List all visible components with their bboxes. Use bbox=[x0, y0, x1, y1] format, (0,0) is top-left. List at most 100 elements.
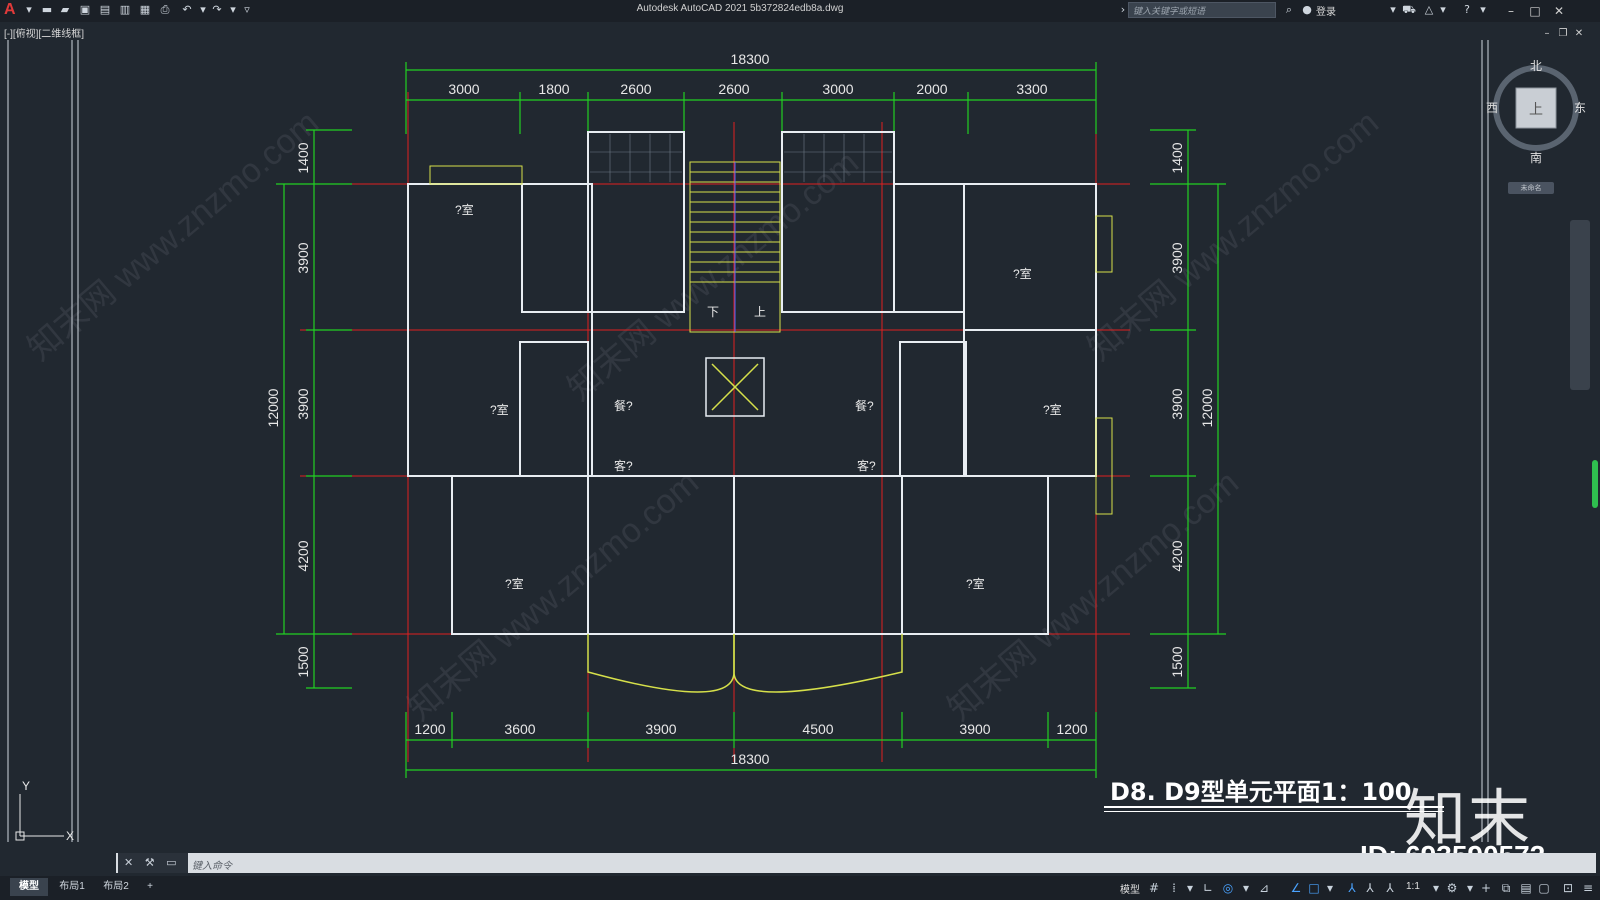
polar-tracking-icon[interactable]: ◎ bbox=[1220, 879, 1236, 897]
compass-east[interactable]: 东 bbox=[1574, 101, 1586, 115]
watermark-text: 知末网 www.znzmo.com bbox=[21, 103, 326, 368]
plan-title: D8. D9型单元平面1：100 bbox=[1110, 778, 1412, 806]
room-label: ?室 bbox=[1013, 266, 1032, 281]
command-line-tools[interactable]: ✕ ⚒ ▭ bbox=[118, 853, 188, 873]
dimension-text: 3900 bbox=[645, 721, 676, 737]
dimension-text: 3900 bbox=[1169, 242, 1185, 273]
compass-south[interactable]: 南 bbox=[1530, 150, 1542, 165]
wcs-menu[interactable]: 未命名 bbox=[1508, 182, 1554, 194]
room-outline bbox=[587, 131, 685, 313]
compass-north[interactable]: 北 bbox=[1530, 59, 1542, 73]
dimension-text: 3900 bbox=[295, 388, 311, 419]
chevron-down-icon[interactable]: ▾ bbox=[1476, 3, 1490, 17]
command-line[interactable] bbox=[116, 853, 1596, 873]
object-snap-tracking-icon[interactable]: ∠ bbox=[1288, 879, 1304, 897]
dimension-text: 1400 bbox=[1169, 142, 1185, 173]
model-space-toggle[interactable]: 模型 bbox=[1120, 881, 1140, 896]
dimension-text: 3900 bbox=[1169, 388, 1185, 419]
chevron-down-icon[interactable]: ▾ bbox=[1462, 879, 1478, 897]
watermark-text: 知末网 www.znzmo.com bbox=[561, 143, 866, 408]
balcony bbox=[429, 165, 523, 185]
room-outline bbox=[963, 329, 1097, 477]
isolate-objects-icon[interactable]: ⧉ bbox=[1498, 879, 1514, 897]
wrench-icon[interactable]: ⚒ bbox=[145, 856, 155, 869]
add-layout-button[interactable]: + bbox=[140, 878, 160, 896]
title-underline bbox=[1104, 806, 1444, 808]
status-bar bbox=[0, 876, 1600, 900]
viewcube[interactable]: 上 北 南 东 西 bbox=[1486, 58, 1586, 168]
user-icon[interactable]: ● bbox=[1300, 3, 1314, 17]
dimension-text: 3000 bbox=[448, 81, 479, 97]
dimension-text: 1800 bbox=[538, 81, 569, 97]
object-snap-icon[interactable]: □ bbox=[1306, 879, 1322, 897]
minimize-button[interactable]: – bbox=[1500, 1, 1522, 21]
tab-layout1[interactable]: 布局1 bbox=[52, 878, 92, 896]
stair-label: 上 bbox=[754, 305, 766, 319]
annotation-scale[interactable]: 1:1 bbox=[1406, 881, 1420, 892]
chevron-down-icon[interactable]: ▾ bbox=[1436, 3, 1450, 17]
annotation-scale-icon[interactable]: ⅄ bbox=[1382, 879, 1398, 897]
command-input[interactable]: 键入命令 bbox=[192, 857, 232, 872]
navigation-bar[interactable] bbox=[1570, 220, 1590, 390]
dimension-text: 3000 bbox=[822, 81, 853, 97]
viewcube-face-label[interactable]: 上 bbox=[1529, 102, 1543, 118]
compass-west[interactable]: 西 bbox=[1486, 101, 1498, 115]
search-input[interactable]: 键入关键字或短语 bbox=[1128, 2, 1276, 18]
clean-screen-icon[interactable]: ▢ bbox=[1536, 879, 1552, 897]
annotation-visibility-icon[interactable]: ⅄ bbox=[1344, 879, 1360, 897]
chevron-down-icon[interactable]: ▾ bbox=[1238, 879, 1254, 897]
dimension-text: 1500 bbox=[295, 646, 311, 677]
room-label: ?室 bbox=[966, 576, 985, 591]
room-outline bbox=[901, 475, 1049, 635]
dimension-text: 1200 bbox=[414, 721, 445, 737]
close-icon[interactable]: ✕ bbox=[124, 856, 133, 869]
autodesk-a360-icon[interactable]: △ bbox=[1422, 3, 1436, 17]
scroll-indicator[interactable] bbox=[1592, 460, 1598, 508]
menu-icon[interactable]: ≡ bbox=[1580, 879, 1596, 897]
dimension-text: 4200 bbox=[1169, 540, 1185, 571]
login-button[interactable]: 登录 bbox=[1316, 3, 1336, 18]
close-button[interactable]: ✕ bbox=[1548, 1, 1570, 21]
dimension-text: 3900 bbox=[959, 721, 990, 737]
balcony bbox=[587, 634, 735, 693]
elevator bbox=[705, 357, 765, 417]
chevron-down-icon[interactable]: ▾ bbox=[1322, 879, 1338, 897]
plus-icon[interactable]: + bbox=[1478, 879, 1494, 897]
chevron-down-icon[interactable]: ▾ bbox=[1428, 879, 1444, 897]
help-icon[interactable]: ? bbox=[1460, 3, 1474, 17]
room-label: 客? bbox=[857, 458, 876, 473]
dimension-text: 12000 bbox=[1199, 388, 1215, 427]
room-outline bbox=[963, 183, 1097, 331]
title-underline bbox=[1104, 811, 1444, 812]
room-label: ?室 bbox=[505, 576, 524, 591]
room-outline bbox=[733, 475, 903, 635]
auto-scale-icon[interactable]: ⅄ bbox=[1362, 879, 1378, 897]
cart-icon[interactable]: ⛟ bbox=[1402, 3, 1416, 17]
balcony bbox=[733, 634, 903, 693]
dimension-text: 3600 bbox=[504, 721, 535, 737]
hardware-acceleration-icon[interactable]: ▤ bbox=[1518, 879, 1534, 897]
tab-model[interactable]: 模型 bbox=[10, 878, 48, 896]
properties-icon[interactable]: ⊡ bbox=[1560, 879, 1576, 897]
search-icon[interactable]: ⌕ bbox=[1282, 3, 1296, 17]
balcony bbox=[1095, 417, 1113, 515]
dimension-text: 3900 bbox=[295, 242, 311, 273]
ucs-icon bbox=[15, 794, 64, 841]
dimension-text: 1500 bbox=[1169, 646, 1185, 677]
gear-icon[interactable]: ⚙ bbox=[1444, 879, 1460, 897]
room-outline bbox=[521, 183, 589, 313]
drawing-canvas[interactable]: 知末网 www.znzmo.com 知末网 www.znzmo.com 知末网 … bbox=[0, 22, 1600, 852]
room-outline bbox=[893, 183, 965, 313]
grid-icon[interactable]: # bbox=[1146, 879, 1162, 897]
isodraft-icon[interactable]: ⊿ bbox=[1256, 879, 1272, 897]
command-prompt-icon[interactable]: ▭ bbox=[166, 856, 176, 869]
maximize-button[interactable]: □ bbox=[1524, 1, 1546, 21]
ortho-icon[interactable]: ∟ bbox=[1200, 879, 1216, 897]
watermark-text: 知末网 www.znzmo.com bbox=[941, 463, 1246, 728]
snap-icon[interactable]: ⁞ bbox=[1166, 879, 1182, 897]
chevron-down-icon[interactable]: ▾ bbox=[1182, 879, 1198, 897]
chevron-down-icon[interactable]: ▾ bbox=[1386, 3, 1400, 17]
title-bar: A ▾ ▬ ▰ ▣ ▤ ▥ ▦ ⎙ ↶ ▾ ↷ ▾ ▿ Autodesk Aut… bbox=[0, 0, 1600, 22]
tab-layout2[interactable]: 布局2 bbox=[96, 878, 136, 896]
dimension-text: 1200 bbox=[1056, 721, 1087, 737]
